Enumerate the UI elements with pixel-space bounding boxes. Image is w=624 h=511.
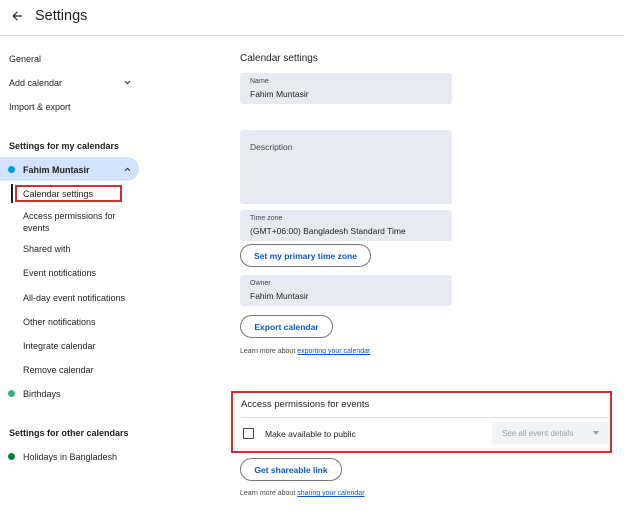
sidebar-subitem-other-notifications[interactable]: Other notifications [23, 317, 96, 327]
make-public-checkbox[interactable] [243, 428, 254, 439]
description-field[interactable]: Description [240, 130, 452, 204]
calendar-color-dot [8, 166, 15, 173]
chevron-down-icon[interactable] [122, 77, 133, 88]
calendar-settings-title: Calendar settings [240, 53, 318, 64]
sidebar-subitem-event-notifications[interactable]: Event notifications [23, 268, 96, 278]
sidebar-subitem-shared-with[interactable]: Shared with [23, 244, 71, 254]
sidebar-item-import-export[interactable]: Import & export [9, 102, 71, 112]
get-shareable-link-button[interactable]: Get shareable link [240, 458, 342, 481]
access-permissions-section: Access permissions for events Make avail… [231, 391, 612, 453]
access-divider [241, 417, 608, 418]
holidays-color-dot [8, 453, 15, 460]
name-field[interactable]: Name Fahim Muntasir [240, 73, 452, 104]
export-help-text: Learn more about exporting your calendar [240, 348, 370, 355]
sidebar-item-birthdays[interactable]: Birthdays [23, 389, 61, 399]
active-item-indicator [11, 184, 13, 203]
make-public-label[interactable]: Make available to public [265, 429, 356, 439]
back-button[interactable] [6, 5, 28, 27]
page-title: Settings [35, 8, 88, 24]
owner-field-value: Fahim Muntasir [250, 291, 309, 301]
arrow-back-icon [12, 11, 22, 21]
my-calendars-heading: Settings for my calendars [9, 141, 120, 151]
app-header: Settings [0, 0, 624, 36]
timezone-field-value[interactable]: (GMT+06:00) Bangladesh Standard Time [250, 226, 406, 236]
description-field-label: Description [250, 142, 293, 152]
sidebar-subitem-remove-calendar[interactable]: Remove calendar [23, 365, 94, 375]
sidebar-item-general[interactable]: General [9, 54, 41, 64]
export-help-prefix: Learn more about [240, 348, 298, 355]
event-details-select-value: See all event details [502, 428, 574, 438]
birthdays-color-dot [8, 390, 15, 397]
owner-field: Owner Fahim Muntasir [240, 275, 452, 306]
dropdown-arrow-icon [593, 431, 599, 435]
share-help-text: Learn more about sharing your calendar [240, 490, 365, 497]
my-calendar-name: Fahim Muntasir [23, 165, 90, 175]
name-field-value[interactable]: Fahim Muntasir [250, 89, 309, 99]
sidebar-item-add-calendar[interactable]: Add calendar [9, 78, 62, 88]
sharing-calendar-link[interactable]: sharing your calendar [297, 490, 364, 497]
exporting-calendar-link[interactable]: exporting your calendar [297, 348, 370, 355]
event-details-select: See all event details [492, 422, 608, 444]
other-calendars-heading: Settings for other calendars [9, 428, 129, 438]
name-field-label: Name [250, 78, 269, 85]
sidebar-subitem-all-day-notifications[interactable]: All-day event notifications [23, 293, 125, 303]
timezone-field-label: Time zone [250, 215, 283, 222]
timezone-field[interactable]: Time zone (GMT+06:00) Bangladesh Standar… [240, 210, 452, 241]
chevron-up-icon[interactable] [122, 164, 133, 175]
sidebar-subitem-calendar-settings[interactable]: Calendar settings [23, 189, 93, 199]
share-help-prefix: Learn more about [240, 490, 298, 497]
sidebar-subitem-access-permissions-line2[interactable]: events [23, 223, 50, 233]
sidebar-subitem-integrate-calendar[interactable]: Integrate calendar [23, 341, 96, 351]
sidebar-item-holidays[interactable]: Holidays in Bangladesh [23, 452, 117, 462]
sidebar-subitem-access-permissions[interactable]: Access permissions for [23, 211, 116, 221]
owner-field-label: Owner [250, 280, 271, 287]
set-primary-timezone-button[interactable]: Set my primary time zone [240, 244, 371, 267]
access-permissions-title: Access permissions for events [241, 399, 370, 410]
export-calendar-button[interactable]: Export calendar [240, 315, 333, 338]
